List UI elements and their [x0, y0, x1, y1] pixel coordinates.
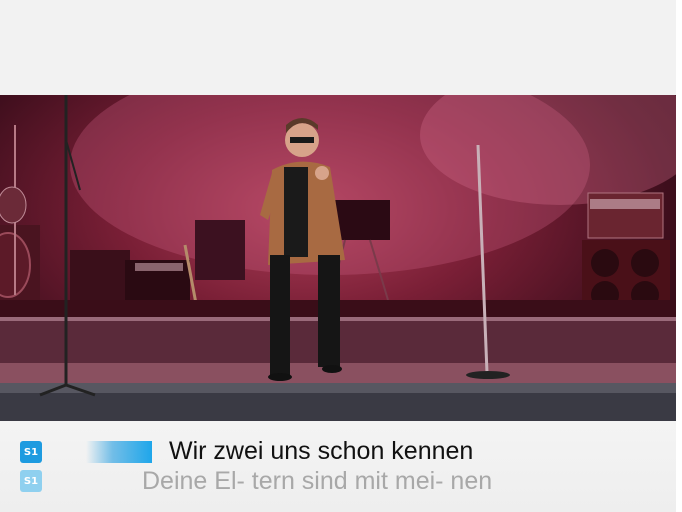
next-lyric-line: Deine El- tern sind mit mei- nen [142, 467, 493, 495]
drum-kit [0, 125, 40, 300]
singer-2-badge: S1 [20, 470, 42, 492]
lyrics-panel: S1 S1 Wir zwei uns schon kennen Deine El… [0, 421, 676, 512]
sing-progress-bar [86, 441, 152, 463]
speaker-stack [582, 192, 670, 315]
music-video [0, 95, 676, 421]
singer-1-badge: S1 [20, 441, 42, 463]
top-bar [0, 0, 676, 95]
game-screen: S1 S1 Wir zwei uns schon kennen Deine El… [0, 0, 682, 512]
concert-scene [0, 95, 676, 421]
screen-edge [676, 0, 682, 512]
current-lyric-line: Wir zwei uns schon kennen [169, 437, 474, 465]
